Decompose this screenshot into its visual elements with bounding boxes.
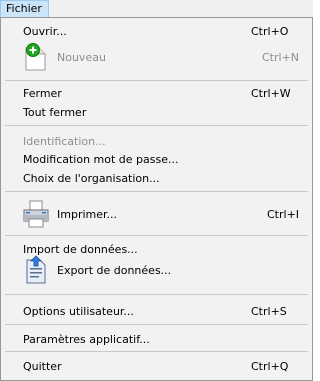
menu-separator [5,191,308,192]
menu-separator [5,324,308,325]
menu-item-app-settings-label: Paramètres applicatif... [23,333,150,346]
menu-item-change-password-label: Modification mot de passe... [23,153,179,166]
menu-item-print[interactable]: Imprimer... Ctrl+I [1,199,312,231]
menu-separator [5,80,308,81]
menu-item-open-label: Ouvrir... [23,25,67,38]
menu-item-choose-organization-label: Choix de l'organisation... [23,172,160,185]
menu-item-close-all-label: Tout fermer [23,106,87,119]
menu-item-export-data[interactable]: Export de données... [1,255,312,287]
menu-item-new-shortcut: Ctrl+N [262,51,300,64]
file-menu-dropdown: Ouvrir... Ctrl+O Nouveau Ctrl+N Fermer C… [0,17,313,381]
menu-item-choose-organization[interactable]: Choix de l'organisation... [1,169,312,189]
menu-item-quit-shortcut: Ctrl+Q [251,360,289,373]
menu-item-print-shortcut: Ctrl+I [267,208,300,221]
menu-item-close-label: Fermer [23,87,62,100]
menu-item-quit-label: Quitter [23,360,62,373]
menu-item-identification-label: Identification... [23,135,106,148]
menu-item-export-data-label: Export de données... [57,264,172,277]
menu-item-open[interactable]: Ouvrir... Ctrl+O [1,22,312,42]
menu-item-new[interactable]: Nouveau Ctrl+N [1,42,312,74]
menu-separator [5,125,308,126]
export-icon [21,255,51,285]
menu-item-change-password[interactable]: Modification mot de passe... [1,150,312,170]
file-menu-title[interactable]: Fichier [0,0,49,18]
new-document-icon [21,42,51,72]
menu-item-quit[interactable]: Quitter Ctrl+Q [1,357,312,377]
menu-item-close-shortcut: Ctrl+W [251,87,291,100]
menu-item-close[interactable]: Fermer Ctrl+W [1,84,312,104]
menu-bar: Fichier [0,0,313,18]
menu-separator [5,351,308,352]
menu-item-new-label: Nouveau [57,51,106,64]
menu-item-close-all[interactable]: Tout fermer [1,103,312,123]
menu-item-user-options-label: Options utilisateur... [23,305,134,318]
menu-item-app-settings[interactable]: Paramètres applicatif... [1,330,312,350]
menu-item-user-options[interactable]: Options utilisateur... Ctrl+S [1,302,312,322]
menu-item-identification[interactable]: Identification... [1,132,312,152]
menu-separator [5,294,308,295]
printer-icon [21,199,51,229]
menu-item-print-label: Imprimer... [57,208,118,221]
menu-item-open-shortcut: Ctrl+O [251,25,289,38]
menu-separator [5,235,308,236]
menu-item-user-options-shortcut: Ctrl+S [251,305,287,318]
